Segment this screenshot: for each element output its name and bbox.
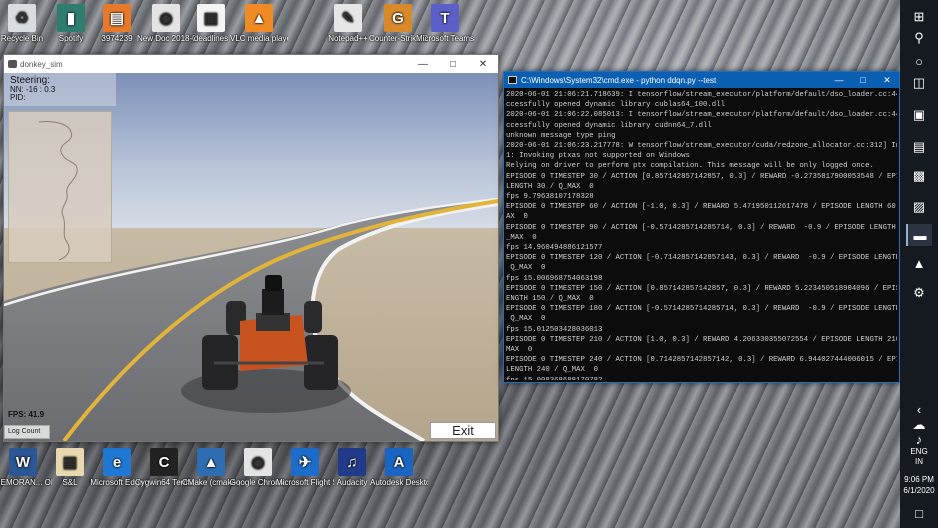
minimize-icon[interactable]: — xyxy=(408,55,438,73)
app2-taskbar-icon[interactable]: ▨ xyxy=(906,196,932,218)
log-count-button[interactable]: Log Count xyxy=(4,425,50,439)
cmd-taskbar-icon[interactable]: ▬ xyxy=(906,224,932,246)
cmd-output-line: fps 14.960494886121577 xyxy=(506,244,603,253)
close-icon[interactable]: ✕ xyxy=(875,72,899,88)
cortana-icon[interactable]: ○ xyxy=(906,50,932,72)
close-icon[interactable]: ✕ xyxy=(468,55,498,73)
clock-time[interactable]: 9:06 PM xyxy=(900,475,938,485)
cmd-output-line: unknown message type ping xyxy=(506,131,616,140)
track-minimap xyxy=(8,111,112,263)
cmd-output-line: 2020-06-01 21:06:22.085013: I tensorflow… xyxy=(506,111,897,120)
cmd-output-line: Q_MAX 0 xyxy=(506,315,546,324)
language-indicator-line2[interactable]: IN xyxy=(900,457,938,467)
cmd-output-line: EPISODE 0 TIMESTEP 150 / ACTION [0.85714… xyxy=(506,284,897,293)
cmd-icon xyxy=(508,76,517,84)
cmd-output-line: fps 9.79638107178328 xyxy=(506,193,594,202)
exit-button[interactable]: Exit xyxy=(430,422,496,439)
notepad-icon: ✎ xyxy=(334,4,362,32)
text-file-icon: ▤ xyxy=(197,4,225,32)
chrome-icon: ◉ xyxy=(152,4,180,32)
sim-scene-view: Steering: NN: -16 : 0.3 PID: FPS: 41.9 L… xyxy=(4,73,498,441)
cmd-output-line: EPISODE 0 TIMESTEP 240 / ACTION [0.71428… xyxy=(506,356,897,365)
cmd-output-line: ENGTH 150 / Q_MAX 0 xyxy=(506,295,594,304)
cmd-output-line: EPISODE 0 TIMESTEP 90 / ACTION [-0.57142… xyxy=(506,223,897,232)
cmd-output-line: 2020-06-01 21:06:21.718639: I tensorflow… xyxy=(506,91,897,99)
cmd-output-line: EPISODE 0 TIMESTEP 60 / ACTION [-1.0, 0.… xyxy=(506,203,896,212)
recycle-bin-icon: ♻ xyxy=(8,4,36,32)
cmd-output-line: 2020-06-01 21:06:23.217778: W tensorflow… xyxy=(506,142,897,151)
desktop-shortcut-label: Autodesk Desktop App xyxy=(370,478,428,487)
file-icon: ▤ xyxy=(103,4,131,32)
teams-icon: T xyxy=(431,4,459,32)
cmd-output-line: fps 15.006968754063198 xyxy=(506,274,603,283)
pid-readout: PID: xyxy=(10,93,26,102)
task-view-icon[interactable]: ◫ xyxy=(906,72,932,94)
steering-hud: Steering: NN: -16 : 0.3 PID: xyxy=(4,73,116,106)
cmd-output[interactable]: 2020-06-01 21:06:21.718639: I tensorflow… xyxy=(506,90,897,380)
clock-date[interactable]: 6/1/2020 xyxy=(900,486,938,496)
cmd-output-line: 1: Invoking ptxas not supported on Windo… xyxy=(506,152,690,161)
desktop-shortcut[interactable]: A Autodesk Desktop App xyxy=(370,448,428,487)
cmd-output-line: Relying on driver to perform ptx compila… xyxy=(506,162,874,171)
donkey-sim-window[interactable]: donkey_sim — □ ✕ Steering: NN: -16: 0.3… xyxy=(3,54,499,442)
taskbar: ⊞ ⚲ ○ ◫ ▣ ▤ ▩ ▨ ▬ ▲ ⚙ ‹ ☁ ♪ ENG IN 9:06 … xyxy=(900,0,938,528)
cmd-output-line: LENGTH 240 / Q_MAX 0 xyxy=(506,366,598,375)
minimize-icon[interactable]: — xyxy=(827,72,851,88)
unity-app-icon xyxy=(8,60,17,68)
track-outline xyxy=(38,121,78,261)
maximize-icon[interactable]: □ xyxy=(851,72,875,88)
autodesk-icon: A xyxy=(385,448,413,476)
cmd-output-line: _MAX 0 xyxy=(506,233,537,242)
sim-titlebar[interactable]: donkey_sim — □ ✕ xyxy=(4,55,498,73)
cmd-output-line: fps 15.008368688170782 xyxy=(506,376,897,380)
cmd-titlebar[interactable]: C:\Windows\System32\cmd.exe - python ddq… xyxy=(504,72,899,88)
cmd-output-line: EPISODE 0 TIMESTEP 180 / ACTION [-0.5714… xyxy=(506,305,897,314)
app-taskbar-icon[interactable]: ▩ xyxy=(906,165,932,187)
language-indicator-line1[interactable]: ENG xyxy=(900,447,938,457)
terminal-icon: C xyxy=(150,448,178,476)
desktop-shortcut-label: VLC media player xyxy=(230,34,288,43)
vlc-icon: ▲ xyxy=(245,4,273,32)
cmd-output-line: AX 0 xyxy=(506,213,528,222)
cmd-output-line: EPISODE 0 TIMESTEP 120 / ACTION [-0.7142… xyxy=(506,254,897,263)
fps-readout: FPS: 41.9 xyxy=(8,410,45,419)
edge-icon: e xyxy=(103,448,131,476)
desktop-shortcut-label: Microsoft Teams xyxy=(416,34,474,43)
file-explorer-icon[interactable]: ▤ xyxy=(906,136,932,158)
windows-start-icon[interactable]: ⊞ xyxy=(906,6,932,28)
store-icon[interactable]: ▣ xyxy=(906,104,932,126)
cmd-output-line: Q_MAX 0 xyxy=(506,264,546,273)
cmd-window-title: C:\Windows\System32\cmd.exe - python ddq… xyxy=(521,75,717,85)
cmake-icon: ▲ xyxy=(197,448,225,476)
document-icon: ▤ xyxy=(56,448,84,476)
cmd-output-line: MAX 0 xyxy=(506,346,533,355)
audacity-icon: ♫ xyxy=(338,448,366,476)
notification-icon[interactable]: □ xyxy=(906,502,932,524)
chrome-icon: ◉ xyxy=(244,448,272,476)
desktop-shortcut[interactable]: ▲ VLC media player xyxy=(230,4,288,43)
desktop-shortcut[interactable]: T Microsoft Teams xyxy=(416,4,474,43)
folder-app-icon: ▮ xyxy=(57,4,85,32)
unity-sim-taskbar-icon[interactable]: ▲ xyxy=(906,252,932,274)
csgo-icon: G xyxy=(384,4,412,32)
cmd-output-line: fps 15.012503428036013 xyxy=(506,325,603,334)
cmd-output-line: EPISODE 0 TIMESTEP 210 / ACTION [1.0, 0.… xyxy=(506,335,897,344)
cmd-window[interactable]: C:\Windows\System32\cmd.exe - python ddq… xyxy=(503,71,900,383)
cmd-output-line: ccessfully opened dynamic library cublas… xyxy=(506,101,725,110)
cmd-output-line: ccessfully opened dynamic library cudnn6… xyxy=(506,121,712,130)
flight-sim-icon: ✈ xyxy=(291,448,319,476)
cmd-output-line: LENGTH 30 / Q_MAX 0 xyxy=(506,182,594,191)
maximize-icon[interactable]: □ xyxy=(438,55,468,73)
sim-window-title: donkey_sim xyxy=(20,59,63,69)
search-icon[interactable]: ⚲ xyxy=(906,27,932,49)
steam-taskbar-icon[interactable]: ⚙ xyxy=(906,282,932,304)
word-doc-icon: W xyxy=(9,448,37,476)
cmd-output-line: EPISODE 0 TIMESTEP 30 / ACTION [0.857142… xyxy=(506,172,897,181)
